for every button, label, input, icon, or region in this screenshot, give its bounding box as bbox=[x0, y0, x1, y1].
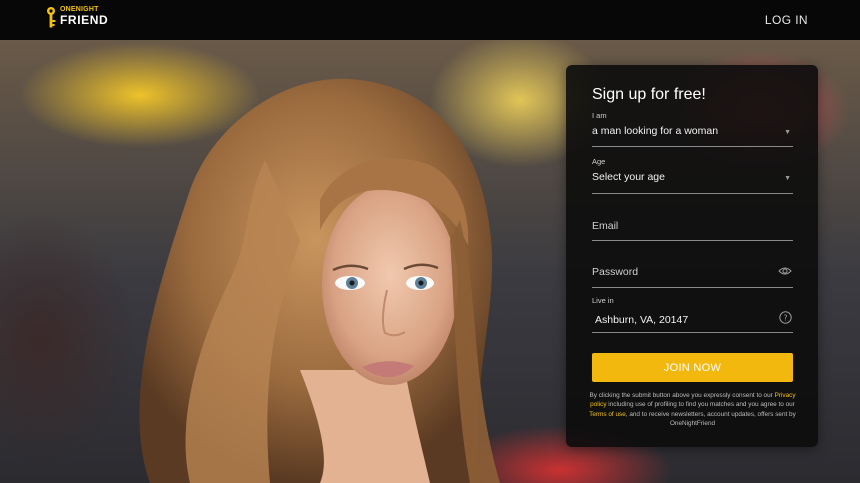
livein-label: Live in bbox=[592, 296, 614, 305]
caret-down-icon: ▼ bbox=[784, 175, 791, 182]
terms-of-use-link[interactable]: Terms of use bbox=[589, 411, 626, 418]
hero-background: Sign up for free! I am a man looking for… bbox=[0, 40, 860, 483]
legal-text-2: including use of profiling to find you m… bbox=[606, 401, 795, 409]
age-select[interactable]: Age Select your age ▼ bbox=[592, 157, 793, 194]
logo-big-text: FRIEND bbox=[60, 13, 109, 27]
logo-small-text: ONENIGHT bbox=[60, 6, 99, 13]
svg-text:?: ? bbox=[783, 313, 787, 322]
signup-form-card: Sign up for free! I am a man looking for… bbox=[566, 65, 818, 447]
legal-text-1: By clicking the submit button above you … bbox=[589, 392, 775, 399]
join-now-button[interactable]: JOIN NOW bbox=[592, 353, 793, 382]
eye-icon[interactable] bbox=[778, 266, 792, 276]
iam-select[interactable]: I am a man looking for a woman ▼ bbox=[592, 111, 793, 147]
caret-down-icon: ▼ bbox=[784, 129, 791, 136]
email-placeholder[interactable]: Email bbox=[592, 220, 793, 232]
password-field[interactable]: Password bbox=[592, 266, 793, 288]
age-label: Age bbox=[592, 157, 606, 166]
legal-consent-text: By clicking the submit button above you … bbox=[586, 391, 799, 429]
legal-text-3: , and to receive newsletters, account up… bbox=[625, 410, 796, 428]
help-icon[interactable]: ? bbox=[779, 311, 792, 324]
login-link[interactable]: LOG IN bbox=[765, 13, 808, 27]
location-field[interactable]: Live in Ashburn, VA, 20147 ? bbox=[592, 296, 793, 333]
signup-title: Sign up for free! bbox=[592, 86, 706, 103]
site-logo[interactable]: ONENIGHT FRIEND bbox=[44, 6, 108, 30]
iam-value[interactable]: a man looking for a woman bbox=[592, 125, 793, 137]
livein-value[interactable]: Ashburn, VA, 20147 bbox=[592, 314, 793, 326]
top-navigation-bar: ONENIGHT FRIEND LOG IN bbox=[0, 0, 860, 40]
iam-label: I am bbox=[592, 111, 607, 120]
password-placeholder[interactable]: Password bbox=[592, 266, 793, 278]
email-field[interactable]: Email bbox=[592, 220, 793, 241]
key-logo-icon bbox=[44, 6, 58, 30]
age-value[interactable]: Select your age bbox=[592, 171, 793, 183]
